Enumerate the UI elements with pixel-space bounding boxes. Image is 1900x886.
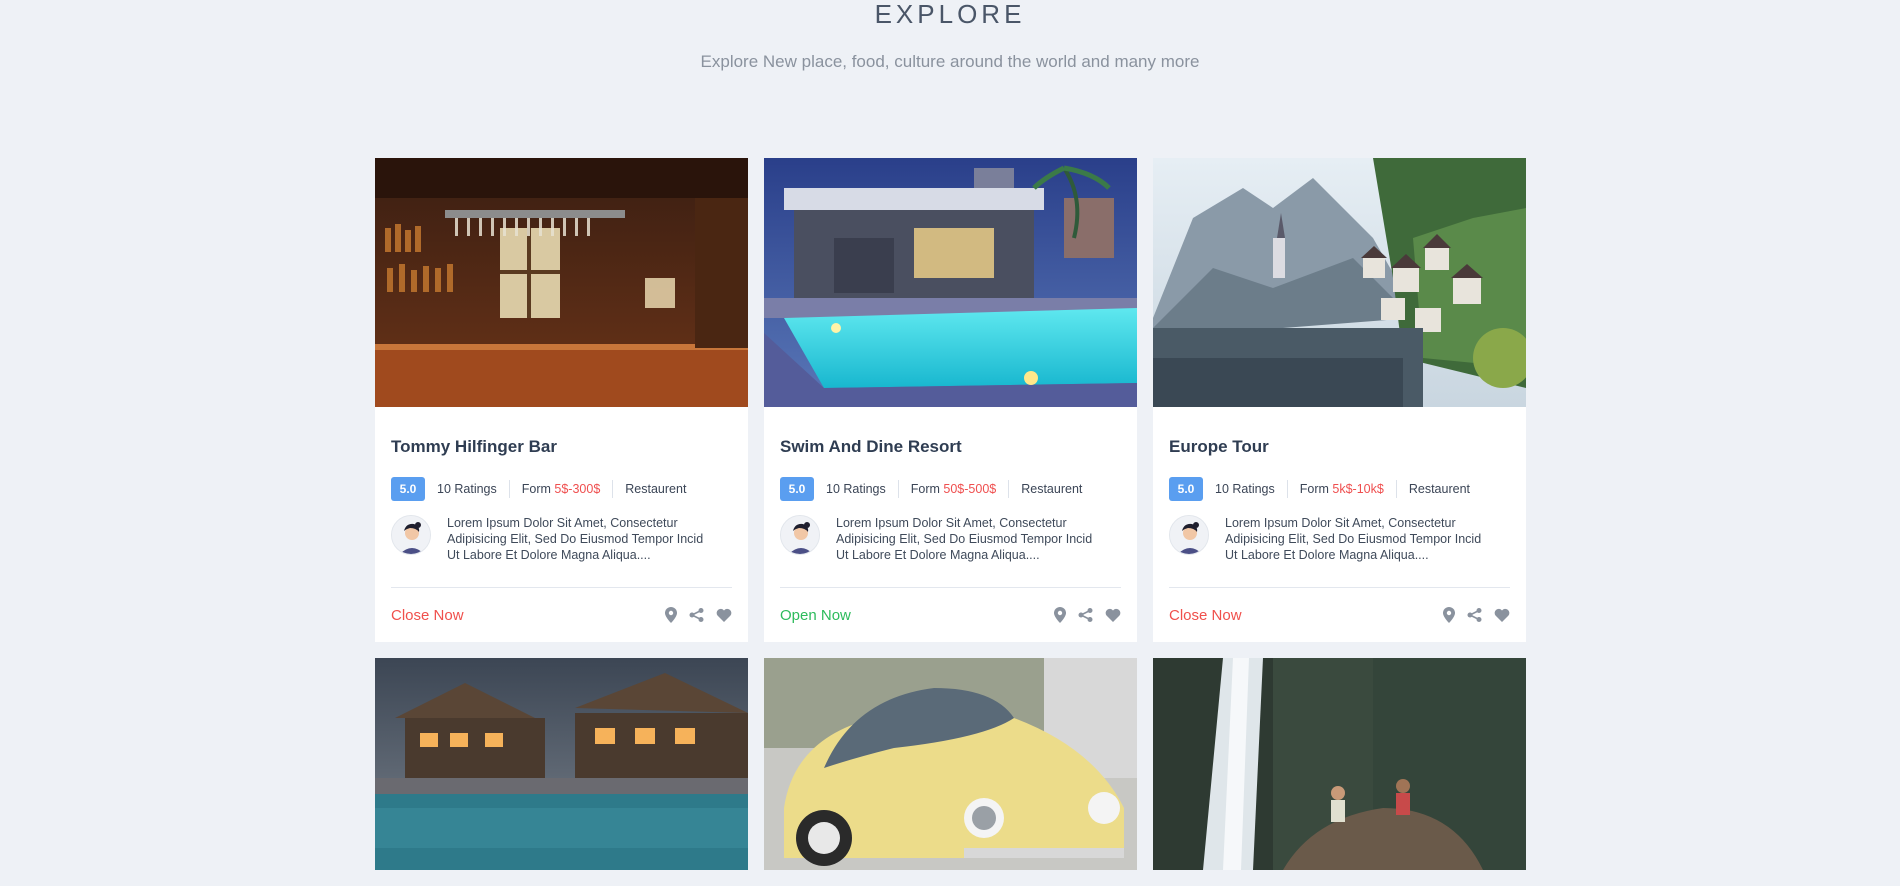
share-icon[interactable]	[1078, 608, 1093, 622]
status-label: Close Now	[391, 606, 464, 624]
status-label: Open Now	[780, 606, 851, 624]
listing-meta: 5.0 10 Ratings Form 5$-300$ Restaurent	[391, 477, 732, 501]
listing-image-lake-village[interactable]	[1153, 158, 1526, 407]
ratings-count: 10 Ratings	[437, 482, 497, 496]
meta-divider	[1008, 480, 1010, 498]
card-footer: Open Now	[780, 588, 1121, 642]
listing-description: Lorem Ipsum Dolor Sit Amet, Consectetur …	[836, 516, 1093, 562]
share-icon[interactable]	[1467, 608, 1482, 622]
listing-image-yellow-car[interactable]	[764, 658, 1137, 870]
listing-grid: Tommy Hilfinger Bar 5.0 10 Ratings Form …	[375, 158, 1526, 870]
category-label[interactable]: Restaurent	[625, 482, 686, 496]
card-footer: Close Now	[1169, 588, 1510, 642]
listing-image-bar-interior[interactable]	[375, 158, 748, 407]
description-row: Lorem Ipsum Dolor Sit Amet, Consectetur …	[391, 515, 732, 563]
listing-meta: 5.0 10 Ratings Form 50$-500$ Restaurent	[780, 477, 1121, 501]
listing-card[interactable]: Tommy Hilfinger Bar 5.0 10 Ratings Form …	[375, 158, 748, 642]
listing-title[interactable]: Tommy Hilfinger Bar	[391, 407, 732, 457]
rating-badge: 5.0	[391, 477, 425, 501]
listing-image-pool-resort[interactable]	[764, 158, 1137, 407]
listing-image-lodge-pool[interactable]	[375, 658, 748, 870]
price-range: Form 5k$-10k$	[1300, 482, 1384, 496]
price-value: 5k$-10k$	[1332, 482, 1384, 496]
avatar[interactable]	[391, 515, 431, 555]
listing-meta: 5.0 10 Ratings Form 5k$-10k$ Restaurent	[1169, 477, 1510, 501]
listing-description: Lorem Ipsum Dolor Sit Amet, Consectetur …	[1225, 516, 1482, 562]
rating-badge: 5.0	[780, 477, 814, 501]
price-prefix: Form	[521, 482, 555, 496]
card-actions	[1443, 607, 1510, 623]
share-icon[interactable]	[689, 608, 704, 622]
rating-badge: 5.0	[1169, 477, 1203, 501]
map-pin-icon[interactable]	[665, 607, 677, 623]
card-actions	[665, 607, 732, 623]
price-value: 50$-500$	[943, 482, 997, 496]
listing-card[interactable]	[375, 658, 748, 870]
heart-icon[interactable]	[1494, 608, 1510, 622]
ratings-count: 10 Ratings	[1215, 482, 1275, 496]
map-pin-icon[interactable]	[1054, 607, 1066, 623]
heart-icon[interactable]	[716, 608, 732, 622]
price-prefix: Form	[910, 482, 944, 496]
price-range: Form 50$-500$	[911, 482, 996, 496]
listing-card[interactable]: Swim And Dine Resort 5.0 10 Ratings Form…	[764, 158, 1137, 642]
listing-card[interactable]	[1153, 658, 1526, 870]
avatar[interactable]	[1169, 515, 1209, 555]
ratings-count: 10 Ratings	[826, 482, 886, 496]
description-row: Lorem Ipsum Dolor Sit Amet, Consectetur …	[1169, 515, 1510, 563]
meta-divider	[508, 480, 510, 498]
section-title: EXPLORE	[874, 0, 1026, 29]
category-label[interactable]: Restaurent	[1409, 482, 1470, 496]
card-footer: Close Now	[391, 588, 732, 642]
status-label: Close Now	[1169, 606, 1242, 624]
meta-divider	[1395, 480, 1397, 498]
price-value: 5$-300$	[554, 482, 601, 496]
meta-divider	[612, 480, 614, 498]
section-header: EXPLORE Explore New place, food, culture…	[0, 0, 1900, 72]
listing-image-waterfall[interactable]	[1153, 658, 1526, 870]
meta-divider	[1286, 480, 1288, 498]
meta-divider	[897, 480, 899, 498]
description-row: Lorem Ipsum Dolor Sit Amet, Consectetur …	[780, 515, 1121, 563]
card-actions	[1054, 607, 1121, 623]
listing-description: Lorem Ipsum Dolor Sit Amet, Consectetur …	[447, 516, 704, 562]
listing-title[interactable]: Europe Tour	[1169, 407, 1510, 457]
price-range: Form 5$-300$	[522, 482, 601, 496]
avatar[interactable]	[780, 515, 820, 555]
price-prefix: Form	[1299, 482, 1333, 496]
section-subtitle: Explore New place, food, culture around …	[700, 52, 1200, 71]
listing-title[interactable]: Swim And Dine Resort	[780, 407, 1121, 457]
heart-icon[interactable]	[1105, 608, 1121, 622]
listing-card[interactable]: Europe Tour 5.0 10 Ratings Form 5k$-10k$…	[1153, 158, 1526, 642]
map-pin-icon[interactable]	[1443, 607, 1455, 623]
listing-card[interactable]	[764, 658, 1137, 870]
category-label[interactable]: Restaurent	[1021, 482, 1082, 496]
